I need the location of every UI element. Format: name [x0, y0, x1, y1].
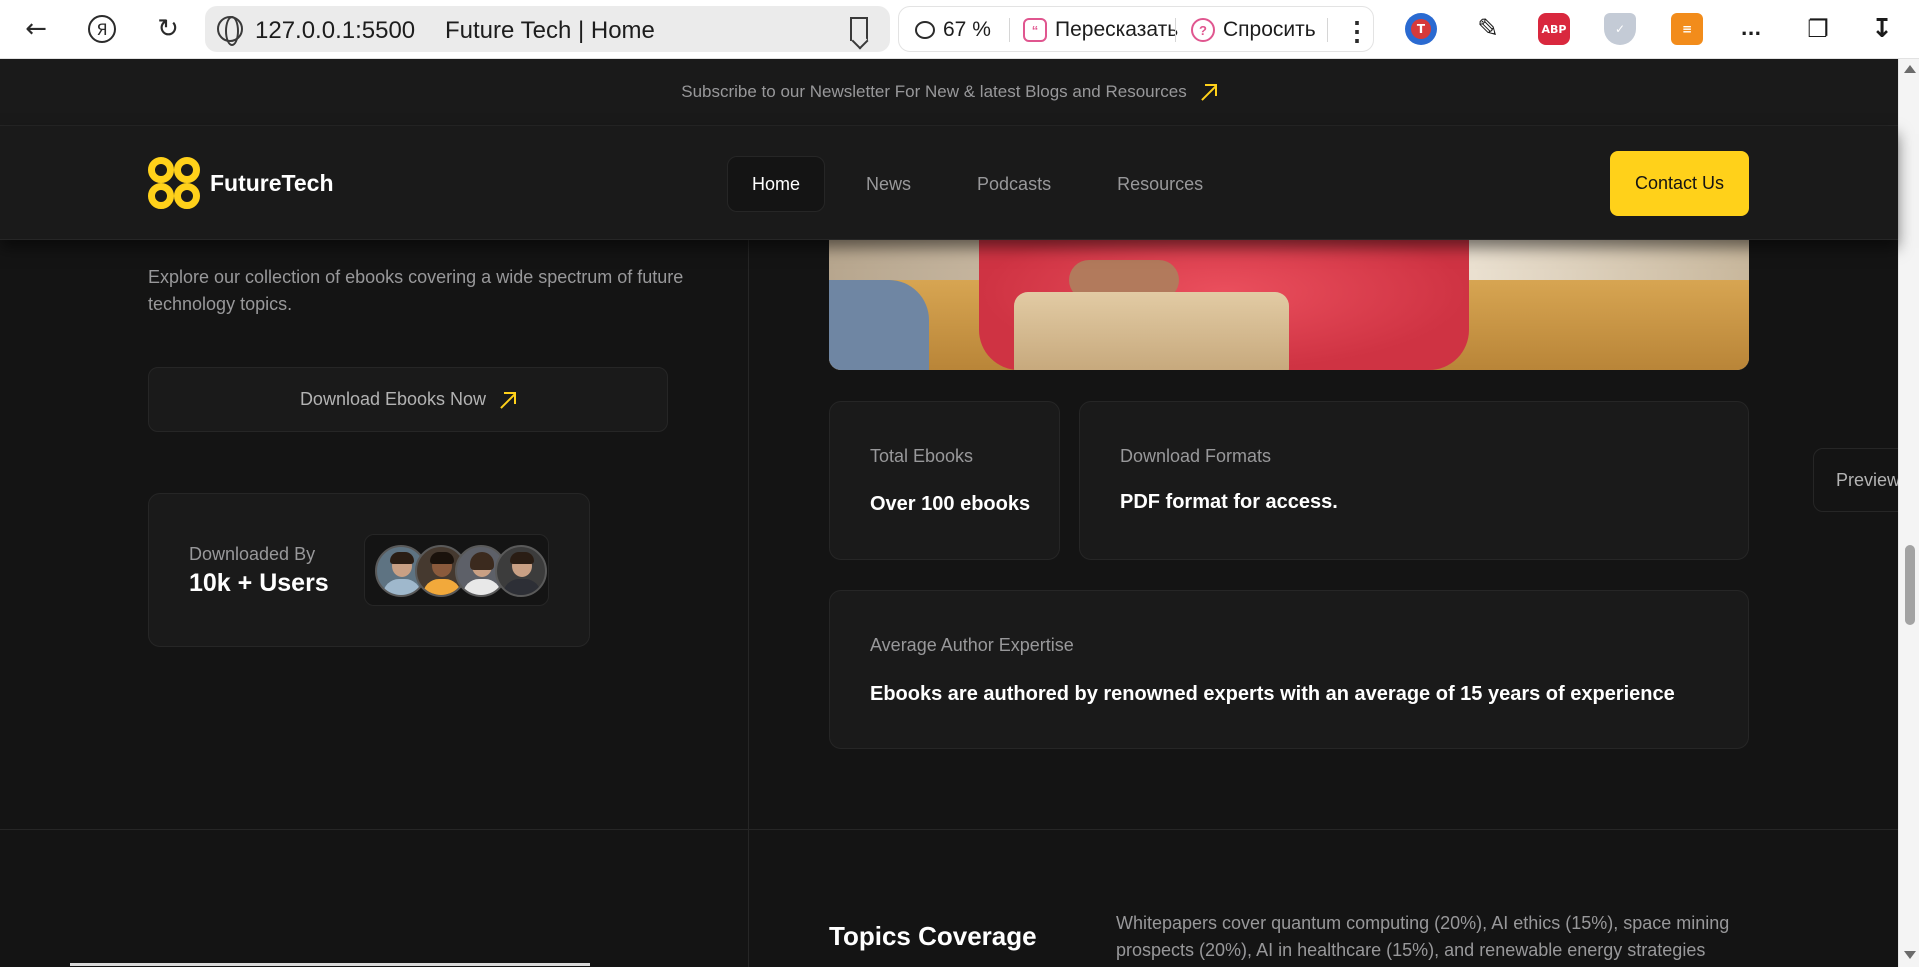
downloads-icon[interactable]: ↧: [1866, 13, 1898, 45]
main-nav: Home News Podcasts Resources: [727, 156, 1244, 212]
topics-coverage-title: Topics Coverage: [829, 921, 1037, 951]
downloaded-by-label: Downloaded By: [189, 544, 316, 564]
scrollbar-thumb[interactable]: [1905, 545, 1915, 625]
kebab-menu-icon[interactable]: ⋮: [1344, 16, 1370, 47]
chat-bubble-icon: [915, 21, 935, 39]
yandex-home-icon[interactable]: Я: [82, 9, 122, 49]
nav-home[interactable]: Home: [727, 156, 826, 212]
laptop-graphic: [1014, 292, 1289, 370]
toolbar-separator: [1175, 18, 1176, 42]
more-extensions-icon[interactable]: ...: [1735, 13, 1767, 45]
translate-extension-label: T: [1411, 19, 1431, 39]
assistant-toolbar: 67 % “ Пересказать ? Спросить ⋮: [898, 6, 1374, 52]
download-formats-value: PDF format for access.: [1120, 491, 1338, 513]
author-expertise-card: Average Author Expertise Ebooks are auth…: [829, 590, 1749, 749]
section-divider: [0, 829, 1898, 830]
zoom-control[interactable]: 67 %: [915, 16, 991, 44]
arrow-up-right-icon: [1201, 84, 1217, 100]
more-extensions-label: ...: [1740, 18, 1762, 40]
yandex-glyph: Я: [88, 15, 116, 43]
browser-toolbar: ← Я ↻ 127.0.0.1:5500 Future Tech | Home …: [0, 0, 1919, 59]
toolbar-separator: [1327, 18, 1328, 42]
zoom-level: 67 %: [943, 18, 991, 41]
ask-icon: ?: [1191, 18, 1215, 42]
download-ebooks-label: Download Ebooks Now: [299, 389, 487, 409]
ebooks-hero-image: [829, 240, 1749, 370]
retell-label: Пересказать: [1055, 18, 1179, 41]
horizontal-scroll-indicator: [70, 963, 590, 966]
eyedropper-extension-icon[interactable]: ✎: [1472, 13, 1504, 45]
reload-icon[interactable]: ↻: [148, 9, 188, 49]
scroll-down-icon[interactable]: [1904, 951, 1916, 959]
brand-logo[interactable]: FutureTech: [148, 157, 334, 209]
translate-extension-icon[interactable]: T: [1405, 13, 1437, 45]
nav-podcasts[interactable]: Podcasts: [952, 156, 1076, 212]
address-bar[interactable]: 127.0.0.1:5500 Future Tech | Home: [205, 6, 890, 52]
retell-button[interactable]: “ Пересказать: [1023, 16, 1178, 44]
retell-icon: “: [1023, 18, 1047, 42]
site-navbar: FutureTech Home News Podcasts Resources …: [0, 126, 1898, 240]
collections-icon[interactable]: ❐: [1802, 13, 1834, 45]
total-ebooks-label: Total Ebooks: [870, 446, 974, 466]
author-expertise-label: Average Author Expertise: [870, 635, 1074, 655]
brand-name: FutureTech: [210, 169, 334, 196]
address-page-title: Future Tech | Home: [445, 17, 655, 44]
preview-label: Preview: [1835, 469, 1901, 490]
logo-mark-icon: [148, 157, 200, 209]
address-url: 127.0.0.1:5500: [255, 17, 416, 44]
column-divider: [748, 240, 749, 967]
adblock-extension-icon[interactable]: ABP: [1538, 13, 1570, 45]
newsletter-text: Subscribe to our Newsletter For New & la…: [681, 82, 1187, 101]
toolbar-separator: [1009, 18, 1010, 42]
newsletter-banner[interactable]: Subscribe to our Newsletter For New & la…: [0, 59, 1898, 126]
page-scrollbar[interactable]: [1898, 59, 1919, 967]
shield-extension-icon[interactable]: ✓: [1604, 13, 1636, 45]
back-arrow-icon[interactable]: ←: [16, 9, 56, 49]
scroll-up-icon[interactable]: [1904, 65, 1916, 73]
nav-resources[interactable]: Resources: [1092, 156, 1228, 212]
ask-button[interactable]: ? Спросить: [1191, 16, 1316, 44]
downloaded-by-card: Downloaded By 10k + Users: [148, 493, 590, 647]
nav-news[interactable]: News: [841, 156, 936, 212]
author-expertise-value: Ebooks are authored by renowned experts …: [870, 683, 1675, 705]
ebooks-description: Explore our collection of ebooks coverin…: [148, 267, 684, 314]
download-formats-card: Download Formats PDF format for access. …: [1079, 401, 1919, 560]
download-ebooks-button[interactable]: Download Ebooks Now: [148, 367, 668, 432]
reader-extension-icon[interactable]: ≡: [1671, 13, 1703, 45]
globe-icon: [217, 16, 243, 46]
downloaded-by-value: 10k + Users: [189, 569, 329, 597]
total-ebooks-value: Over 100 ebooks: [870, 493, 1031, 515]
adblock-extension-label: ABP: [1541, 22, 1567, 36]
user-avatars: [364, 534, 549, 606]
avatar: [495, 545, 547, 597]
arrow-up-right-icon: [500, 391, 517, 408]
bookmark-icon[interactable]: [850, 17, 868, 41]
ask-label: Спросить: [1223, 18, 1316, 41]
contact-us-button[interactable]: Contact Us: [1610, 151, 1749, 216]
download-formats-label: Download Formats: [1120, 446, 1272, 466]
topics-coverage-text: Whitepapers cover quantum computing (20%…: [1116, 913, 1730, 960]
total-ebooks-card: Total Ebooks Over 100 ebooks: [829, 401, 1060, 560]
